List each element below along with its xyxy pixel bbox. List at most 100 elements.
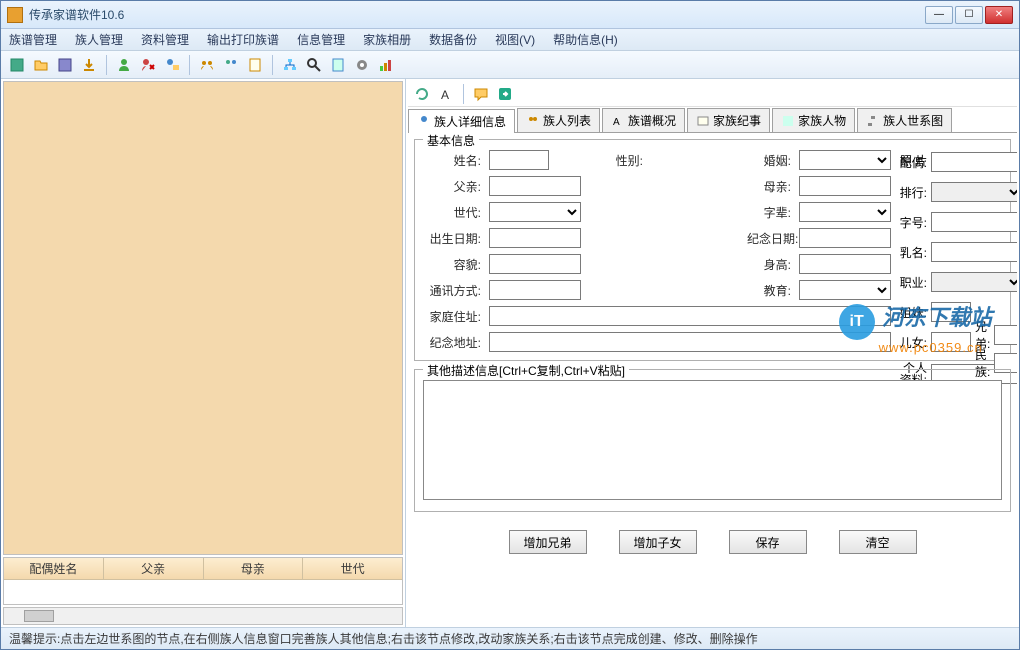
open-icon[interactable] — [31, 55, 51, 75]
label-occupation: 职业: — [885, 274, 927, 291]
input-children[interactable] — [931, 332, 971, 352]
input-name[interactable] — [489, 150, 549, 170]
book-icon[interactable] — [7, 55, 27, 75]
clear-button[interactable]: 清空 — [839, 530, 917, 554]
input-address[interactable] — [489, 306, 891, 326]
menu-backup[interactable]: 数据备份 — [429, 31, 477, 48]
label-milkname: 乳名: — [885, 244, 927, 261]
menu-materials[interactable]: 资料管理 — [141, 31, 189, 48]
status-text: 温馨提示:点击左边世系图的节点,在右侧族人信息窗口完善族人其他信息;右击该节点修… — [9, 630, 758, 647]
menu-help[interactable]: 帮助信息(H) — [553, 31, 618, 48]
app-icon — [7, 7, 23, 23]
right-toolbar: A — [408, 81, 1017, 107]
svg-text:A: A — [613, 117, 620, 128]
download-icon[interactable] — [79, 55, 99, 75]
input-mother[interactable] — [799, 176, 891, 196]
col-mother[interactable]: 母亲 — [204, 558, 304, 579]
label-spouse: 配偶: — [885, 154, 927, 171]
input-contact[interactable] — [489, 280, 581, 300]
titlebar: 传承家谱软件10.6 — ☐ ✕ — [1, 1, 1019, 29]
col-spouse[interactable]: 配偶姓名 — [4, 558, 104, 579]
save-icon[interactable] — [55, 55, 75, 75]
person-icon[interactable] — [114, 55, 134, 75]
add-child-button[interactable]: 增加子女 — [619, 530, 697, 554]
menu-info[interactable]: 信息管理 — [297, 31, 345, 48]
menu-members[interactable]: 族人管理 — [75, 31, 123, 48]
select-marriage[interactable] — [799, 150, 891, 170]
font-icon[interactable]: A — [436, 84, 456, 104]
settings-icon[interactable] — [352, 55, 372, 75]
close-button[interactable]: ✕ — [985, 6, 1013, 24]
select-rank[interactable] — [931, 182, 1017, 202]
label-birth: 出生日期: — [423, 230, 485, 247]
left-panel: 配偶姓名 父亲 母亲 世代 — [1, 79, 406, 627]
label-address: 家庭住址: — [423, 308, 485, 325]
tab-events[interactable]: 家族纪事 — [687, 108, 770, 132]
input-memorial[interactable] — [799, 228, 891, 248]
label-children: 儿女: — [885, 334, 927, 351]
window-title: 传承家谱软件10.6 — [29, 6, 925, 23]
tab-lineage[interactable]: 族人世系图 — [857, 108, 952, 132]
input-memorial-addr[interactable] — [489, 332, 891, 352]
toolbar — [1, 51, 1019, 79]
family-tree-area[interactable] — [3, 81, 403, 555]
menu-print[interactable]: 输出打印族谱 — [207, 31, 279, 48]
comment-icon[interactable] — [471, 84, 491, 104]
tab-list[interactable]: 族人列表 — [517, 108, 600, 132]
select-education[interactable] — [799, 280, 891, 300]
spouse-table: 配偶姓名 父亲 母亲 世代 — [3, 557, 403, 605]
desc-legend: 其他描述信息[Ctrl+C复制,Ctrl+V粘贴] — [423, 362, 629, 379]
refresh-icon[interactable] — [412, 84, 432, 104]
select-occupation[interactable] — [931, 272, 1017, 292]
report-icon[interactable] — [328, 55, 348, 75]
label-father: 父亲: — [423, 178, 485, 195]
label-appearance: 容貌: — [423, 256, 485, 273]
tree-icon[interactable] — [280, 55, 300, 75]
menu-genealogy[interactable]: 族谱管理 — [9, 31, 57, 48]
input-milkname[interactable] — [931, 242, 1017, 262]
col-father[interactable]: 父亲 — [104, 558, 204, 579]
people-icon[interactable] — [221, 55, 241, 75]
label-memorial-addr: 纪念地址: — [423, 334, 485, 351]
label-zibei: 字辈: — [747, 204, 795, 221]
menu-view[interactable]: 视图(V) — [495, 31, 535, 48]
input-spouse[interactable] — [931, 152, 1017, 172]
label-education: 教育: — [747, 282, 795, 299]
export-icon[interactable] — [495, 84, 515, 104]
label-memorial: 纪念日期: — [747, 230, 795, 247]
input-birth[interactable] — [489, 228, 581, 248]
add-sibling-button[interactable]: 增加兄弟 — [509, 530, 587, 554]
label-gender: 性别: — [585, 152, 647, 169]
scroll-icon[interactable] — [245, 55, 265, 75]
input-appearance[interactable] — [489, 254, 581, 274]
col-generation[interactable]: 世代 — [303, 558, 402, 579]
input-brothers[interactable] — [994, 325, 1017, 345]
horizontal-scrollbar[interactable] — [3, 607, 403, 625]
save-button[interactable]: 保存 — [729, 530, 807, 554]
search-icon[interactable] — [304, 55, 324, 75]
person-edit-icon[interactable] — [162, 55, 182, 75]
label-marriage: 婚姻: — [747, 152, 795, 169]
input-sisters[interactable] — [931, 302, 971, 322]
select-zibei[interactable] — [799, 202, 891, 222]
group-icon[interactable] — [197, 55, 217, 75]
input-height[interactable] — [799, 254, 891, 274]
input-father[interactable] — [489, 176, 581, 196]
menubar: 族谱管理 族人管理 资料管理 输出打印族谱 信息管理 家族相册 数据备份 视图(… — [1, 29, 1019, 51]
tab-persons[interactable]: 家族人物 — [772, 108, 855, 132]
description-textarea[interactable] — [423, 380, 1002, 500]
minimize-button[interactable]: — — [925, 6, 953, 24]
button-row: 增加兄弟 增加子女 保存 清空 — [414, 520, 1011, 560]
input-zihao[interactable] — [931, 212, 1017, 232]
person-delete-icon[interactable] — [138, 55, 158, 75]
tab-overview[interactable]: A族谱概况 — [602, 108, 685, 132]
menu-album[interactable]: 家族相册 — [363, 31, 411, 48]
desc-fieldset: 其他描述信息[Ctrl+C复制,Ctrl+V粘贴] — [414, 369, 1011, 512]
select-generation[interactable] — [489, 202, 581, 222]
basic-info-fieldset: 基本信息 照 片 上传 姓名: 性别: 婚姻: 父 — [414, 139, 1011, 361]
basic-legend: 基本信息 — [423, 133, 479, 149]
chart-icon[interactable] — [376, 55, 396, 75]
maximize-button[interactable]: ☐ — [955, 6, 983, 24]
label-height: 身高: — [747, 256, 795, 273]
tab-detail[interactable]: 族人详细信息 — [408, 109, 515, 133]
